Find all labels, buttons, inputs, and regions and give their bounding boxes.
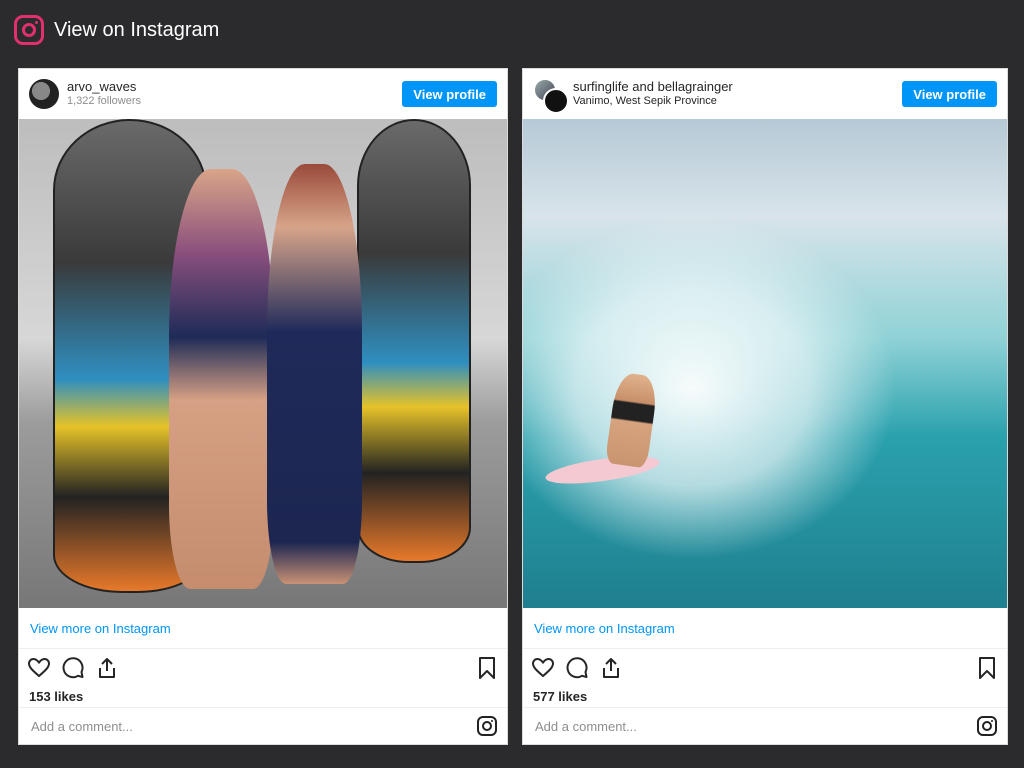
windsurf-board-image — [357, 119, 471, 563]
instagram-icon[interactable] — [977, 716, 997, 736]
comment-icon[interactable] — [565, 656, 589, 680]
view-more-link[interactable]: View more on Instagram — [523, 608, 1007, 649]
comment-input[interactable] — [29, 717, 477, 735]
share-icon[interactable] — [95, 656, 119, 680]
comment-bar — [19, 707, 507, 744]
instagram-icon[interactable] — [477, 716, 497, 736]
likes-count[interactable]: 153 likes — [19, 687, 507, 707]
surfer-image — [604, 371, 660, 469]
post-user-info: arvo_waves 1,322 followers — [67, 79, 402, 109]
likes-count[interactable]: 577 likes — [523, 687, 1007, 707]
post-header: surfinglife and bellagrainger Vanimo, We… — [523, 69, 1007, 119]
share-icon[interactable] — [599, 656, 623, 680]
post-image[interactable] — [523, 119, 1007, 608]
page-title[interactable]: View on Instagram — [54, 19, 219, 42]
view-profile-button[interactable]: View profile — [402, 81, 497, 107]
avatar[interactable] — [29, 79, 59, 109]
heart-icon[interactable] — [27, 656, 51, 680]
follower-count: 1,322 followers — [67, 95, 141, 108]
post-actions — [523, 649, 1007, 687]
comment-bar — [523, 707, 1007, 744]
post-actions — [19, 649, 507, 687]
instagram-post-card: arvo_waves 1,322 followers View profile … — [18, 68, 508, 745]
comment-input[interactable] — [533, 717, 977, 735]
view-more-link[interactable]: View more on Instagram — [19, 608, 507, 649]
top-bar: View on Instagram — [14, 12, 219, 48]
instagram-post-card: surfinglife and bellagrainger Vanimo, We… — [522, 68, 1008, 745]
username-line: surfinglife and bellagrainger — [573, 79, 902, 95]
avatar-image — [543, 88, 569, 114]
bookmark-icon[interactable] — [975, 656, 999, 680]
instagram-icon — [14, 15, 44, 45]
conjunction-text: and — [632, 79, 654, 94]
post-user-info: surfinglife and bellagrainger Vanimo, We… — [573, 79, 902, 109]
username[interactable]: arvo_waves — [67, 79, 402, 95]
person-image — [169, 169, 274, 589]
username[interactable]: bellagrainger — [658, 79, 733, 94]
bookmark-icon[interactable] — [475, 656, 499, 680]
avatar[interactable] — [533, 78, 569, 114]
comment-icon[interactable] — [61, 656, 85, 680]
heart-icon[interactable] — [531, 656, 555, 680]
post-header: arvo_waves 1,322 followers View profile — [19, 69, 507, 119]
post-image[interactable] — [19, 119, 507, 608]
location[interactable]: Vanimo, West Sepik Province — [573, 95, 902, 109]
view-profile-button[interactable]: View profile — [902, 81, 997, 107]
username[interactable]: surfinglife — [573, 79, 629, 94]
person-image — [267, 164, 362, 584]
